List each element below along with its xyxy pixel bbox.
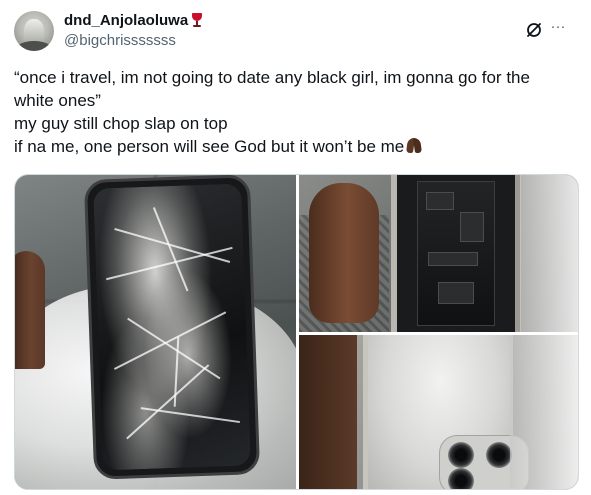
media-grid bbox=[14, 174, 579, 490]
camera-lens bbox=[448, 442, 474, 468]
thumb bbox=[309, 183, 379, 323]
plastic-wrap bbox=[510, 335, 578, 489]
shattered-screen bbox=[93, 183, 251, 471]
avatar-shoulder bbox=[16, 41, 52, 51]
logic-board bbox=[417, 181, 495, 326]
tweet-line: white ones” bbox=[14, 91, 101, 110]
tweet-card[interactable]: dnd_Anjolaoluwa @bigchrisssssss ··· “onc… bbox=[0, 0, 591, 495]
camera-lens bbox=[486, 442, 512, 468]
plastic-wrap bbox=[520, 175, 578, 332]
folded-hands-icon bbox=[404, 137, 424, 154]
wine-glass-icon bbox=[190, 12, 204, 27]
shattered-phone bbox=[83, 175, 261, 480]
tweet-text: “once i travel, im not going to date any… bbox=[14, 66, 579, 158]
media-image-phone-internals[interactable] bbox=[299, 175, 578, 332]
media-image-shattered-phone-front[interactable] bbox=[15, 175, 296, 489]
tweet-line-text: if na me, one person will see God but it… bbox=[14, 137, 405, 156]
tweet-line: my guy still chop slap on top bbox=[14, 114, 228, 133]
tweet-line: if na me, one person will see God but it… bbox=[14, 135, 579, 158]
media-image-cracked-back[interactable] bbox=[299, 335, 578, 489]
author-name-text: dnd_Anjolaoluwa bbox=[64, 12, 189, 29]
hand bbox=[299, 335, 357, 489]
thumb bbox=[15, 251, 45, 369]
grok-icon[interactable] bbox=[525, 21, 543, 39]
author-display-name[interactable]: dnd_Anjolaoluwa bbox=[64, 12, 204, 30]
camera-lens bbox=[448, 468, 474, 489]
more-options-icon[interactable]: ··· bbox=[547, 19, 569, 40]
author-handle[interactable]: @bigchrisssssss bbox=[64, 32, 176, 50]
tweet-line: “once i travel, im not going to date any… bbox=[14, 68, 530, 87]
avatar[interactable] bbox=[14, 11, 54, 51]
tweet-header: dnd_Anjolaoluwa @bigchrisssssss ··· bbox=[64, 12, 571, 52]
